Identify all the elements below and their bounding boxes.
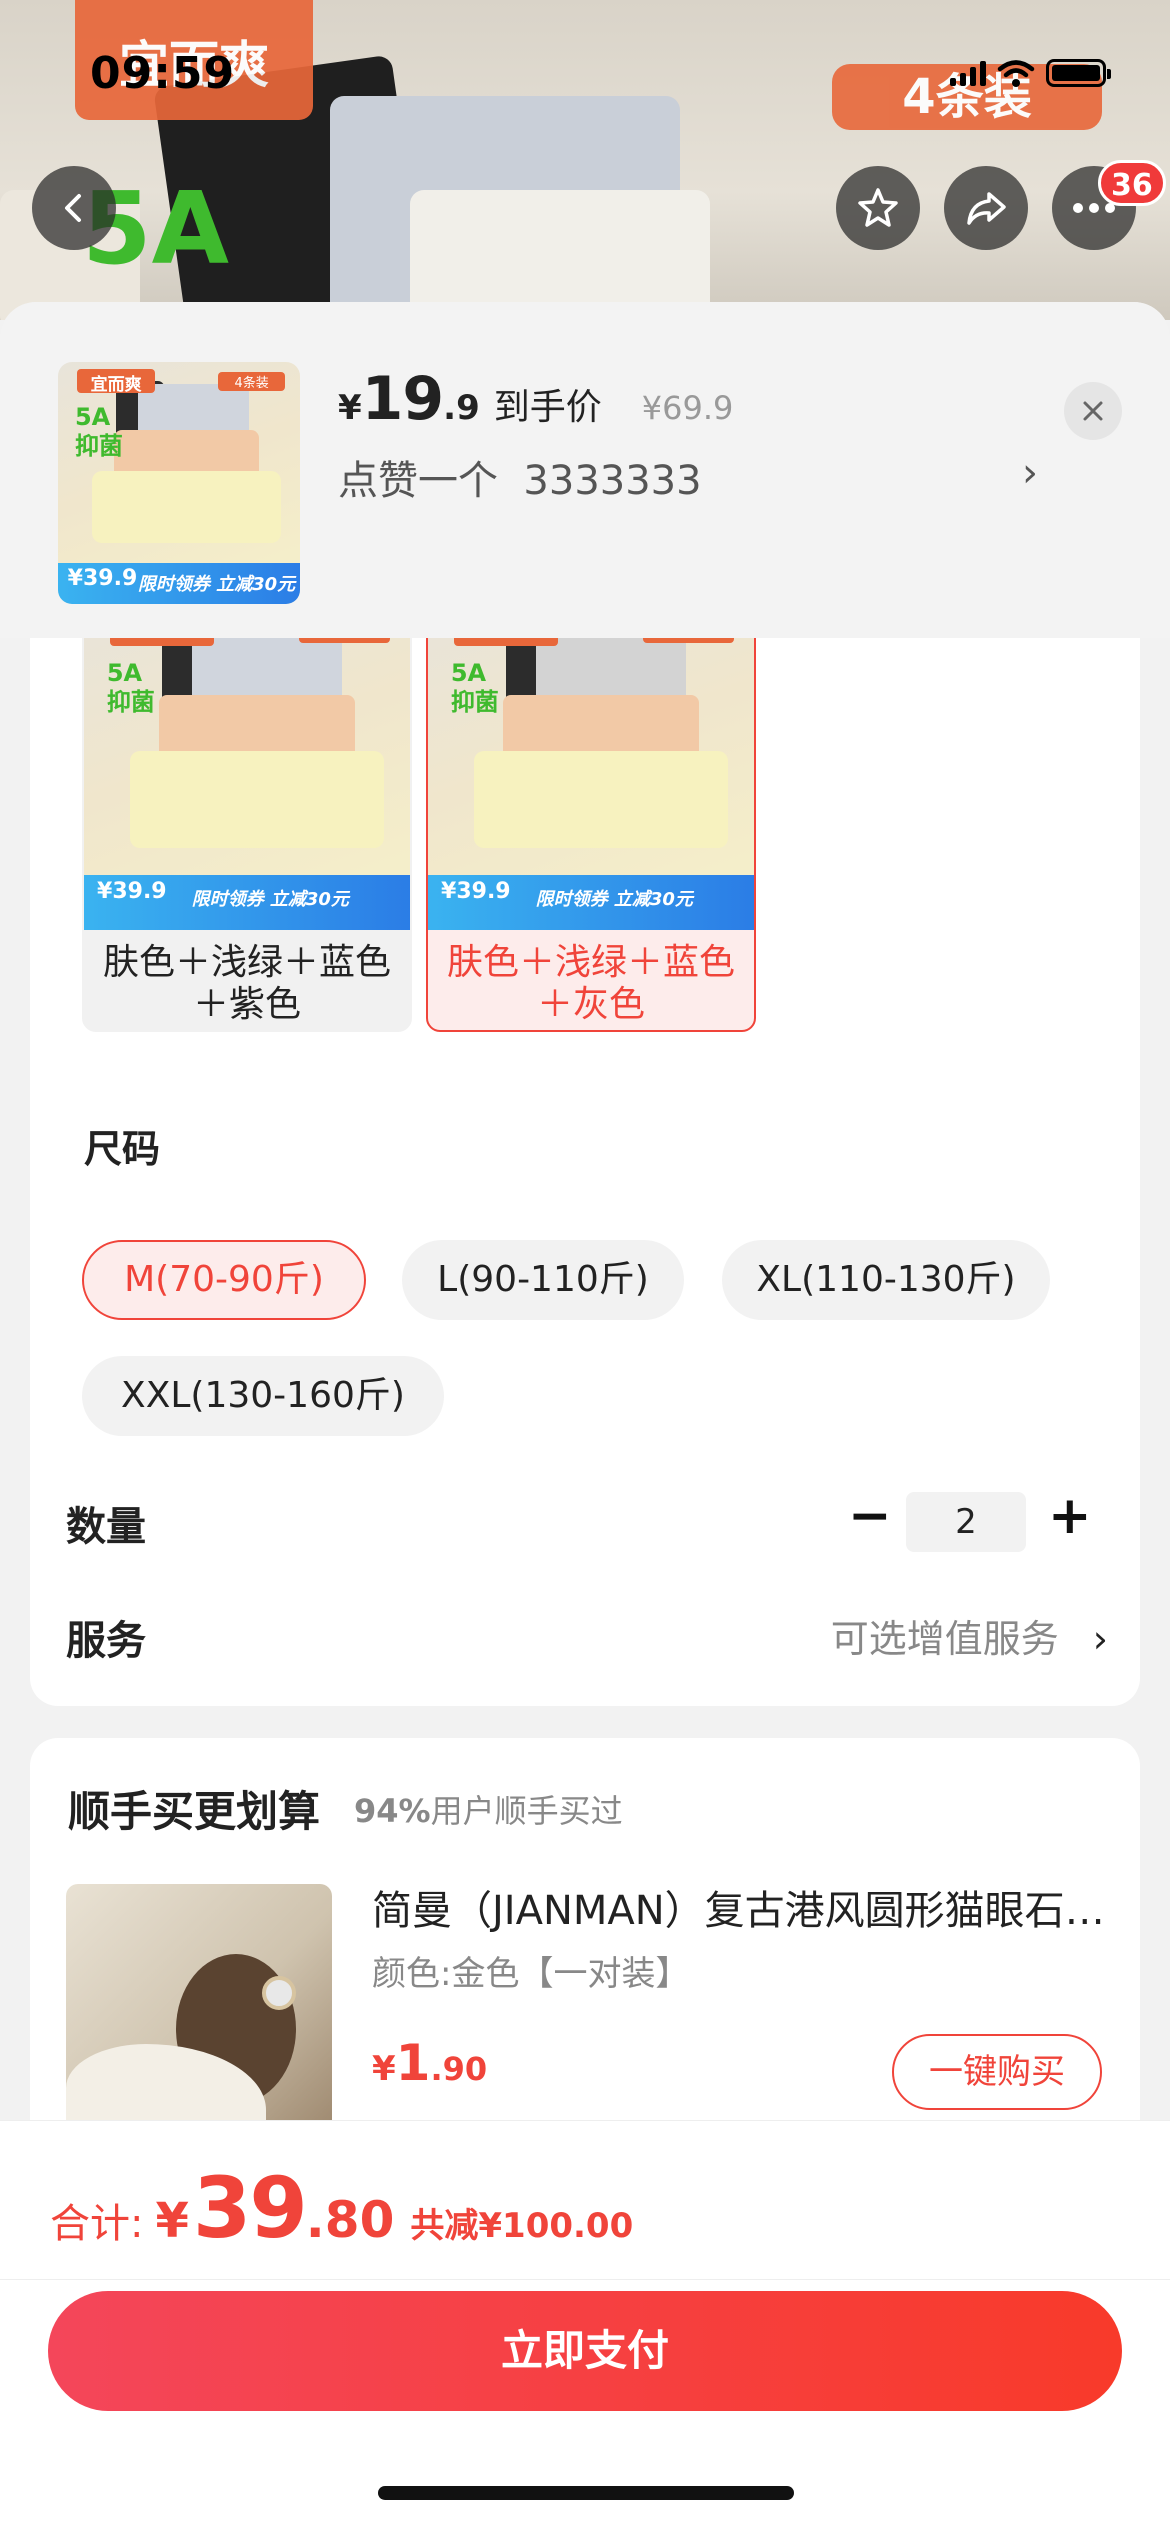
sheet-header: 宜而爽 4条装 5A 抑菌 ¥39.9 限时领券 立减30元 ¥19.9 到手价 … [0, 302, 1170, 638]
like-text[interactable]: 点赞一个 3333333 [338, 448, 702, 506]
checkout-bar: 合计: ¥ 39 .80 共减¥100.00 立即支付 [0, 2120, 1170, 2532]
size-chip-xxl[interactable]: XXL(130-160斤) [82, 1356, 444, 1436]
art-headline: 5A 抑菌 [450, 659, 499, 717]
total-integer: 39 [192, 2159, 308, 2257]
total-price: 合计: ¥ 39 .80 共减¥100.00 [50, 2159, 633, 2257]
art-headline: 5A 抑菌 [106, 659, 155, 717]
price-decimal: .9 [443, 388, 480, 428]
size-chip-l[interactable]: L(90-110斤) [402, 1240, 684, 1320]
color-option-image: 宜而爽 4条装 5A 抑菌 ¥39.9限时领券 立减30元 [428, 604, 754, 930]
service-title: 服务 [66, 1618, 146, 1664]
bundle-price-integer: 1 [395, 2034, 431, 2092]
quantity-input[interactable]: 2 [906, 1492, 1026, 1552]
color-option[interactable]: 宜而爽 4条装 5A 抑菌 ¥39.9限时领券 立减30元 肤色＋浅绿＋蓝色＋紫… [82, 602, 412, 1032]
service-selector[interactable]: 可选增值服务 › [831, 1608, 1108, 1663]
size-chip-xl[interactable]: XL(110-130斤) [722, 1240, 1050, 1320]
bundle-subtitle-pct: 94% [354, 1792, 431, 1830]
bundle-subtitle-text: 用户顺手买过 [430, 1792, 623, 1830]
color-option-image: 宜而爽 4条装 5A 抑菌 ¥39.9限时领券 立减30元 [84, 604, 410, 930]
art-price: ¥39.9 [441, 879, 511, 905]
quantity-title: 数量 [66, 1504, 146, 1550]
message-count-badge: 36 [1098, 160, 1166, 206]
art-coupon: 限时领券 立减30元 [191, 888, 349, 910]
header-price: ¥19.9 到手价 ¥69.9 [338, 364, 733, 434]
wifi-icon [997, 60, 1035, 87]
art-coupon: 限时领券 立减30元 [137, 574, 296, 596]
bundle-item-name[interactable]: 简曼（JIANMAN）复古港风圆形猫眼石耳钉 [372, 1878, 1112, 1936]
total-decimal: .80 [305, 2191, 395, 2249]
total-discount: 共减¥100.00 [410, 2206, 634, 2246]
close-button[interactable] [1064, 382, 1122, 440]
art-headline: 5A 抑菌 [74, 403, 123, 460]
total-label: 合计: [50, 2201, 144, 2247]
bundle-item-price: ¥1.90 [372, 2034, 487, 2092]
share-icon [967, 192, 1006, 225]
status-icons [950, 58, 1111, 88]
art-tag: 4条装 [217, 371, 286, 392]
quantity-minus-button[interactable]: − [848, 1486, 892, 1546]
art-coupon: 限时领券 立减30元 [535, 888, 693, 910]
bundle-card: 顺手买更划算 94%用户顺手买过 简曼（JIANMAN）复古港风圆形猫眼石耳钉 … [30, 1738, 1140, 2158]
close-icon [1083, 401, 1103, 421]
bundle-price-decimal: .90 [430, 2050, 488, 2088]
battery-icon [1046, 59, 1111, 87]
art-price: ¥39.9 [97, 879, 167, 905]
chevron-left-icon [65, 194, 81, 222]
original-price: ¥69.9 [641, 389, 734, 427]
back-button[interactable] [32, 166, 116, 250]
star-icon [858, 188, 898, 227]
total-symbol: ¥ [155, 2193, 189, 2249]
price-label: 到手价 [493, 387, 602, 428]
bundle-price-symbol: ¥ [372, 2049, 396, 2089]
bundle-item-spec: 颜色:金色【一对装】 [372, 1954, 690, 1994]
pay-now-button[interactable]: 立即支付 [48, 2291, 1122, 2411]
service-value: 可选增值服务 [830, 1617, 1059, 1661]
divider [0, 2279, 1170, 2280]
price-symbol: ¥ [338, 388, 362, 428]
favorite-button[interactable] [836, 166, 920, 250]
art-price: ¥39.9 [67, 566, 138, 592]
color-option-selected[interactable]: 宜而爽 4条装 5A 抑菌 ¥39.9限时领券 立减30元 肤色＋浅绿＋蓝色＋灰… [426, 602, 756, 1032]
signal-icon [950, 60, 986, 86]
share-button[interactable] [944, 166, 1028, 250]
selected-sku-thumbnail[interactable]: 宜而爽 4条装 5A 抑菌 ¥39.9 限时领券 立减30元 [58, 362, 300, 604]
color-option-label: 肤色＋浅绿＋蓝色＋紫色 [102, 942, 391, 1025]
bundle-subtitle: 94%用户顺手买过 [354, 1786, 623, 1832]
home-indicator [378, 2486, 794, 2500]
size-chip-m[interactable]: M(70-90斤) [82, 1240, 366, 1320]
quantity-plus-button[interactable]: + [1048, 1486, 1092, 1546]
chevron-right-icon: › [1092, 1617, 1108, 1661]
art-logo: 宜而爽 [77, 369, 155, 395]
size-title: 尺码 [84, 1127, 161, 1171]
status-time: 09:59 [90, 48, 236, 99]
price-integer: 19 [361, 364, 444, 434]
color-option-label: 肤色＋浅绿＋蓝色＋灰色 [446, 942, 735, 1025]
one-click-buy-button[interactable]: 一键购买 [892, 2034, 1102, 2110]
bundle-title: 顺手买更划算 [68, 1787, 321, 1836]
chevron-right-icon[interactable]: › [1022, 450, 1038, 496]
bundle-item-image[interactable] [66, 1884, 332, 2150]
